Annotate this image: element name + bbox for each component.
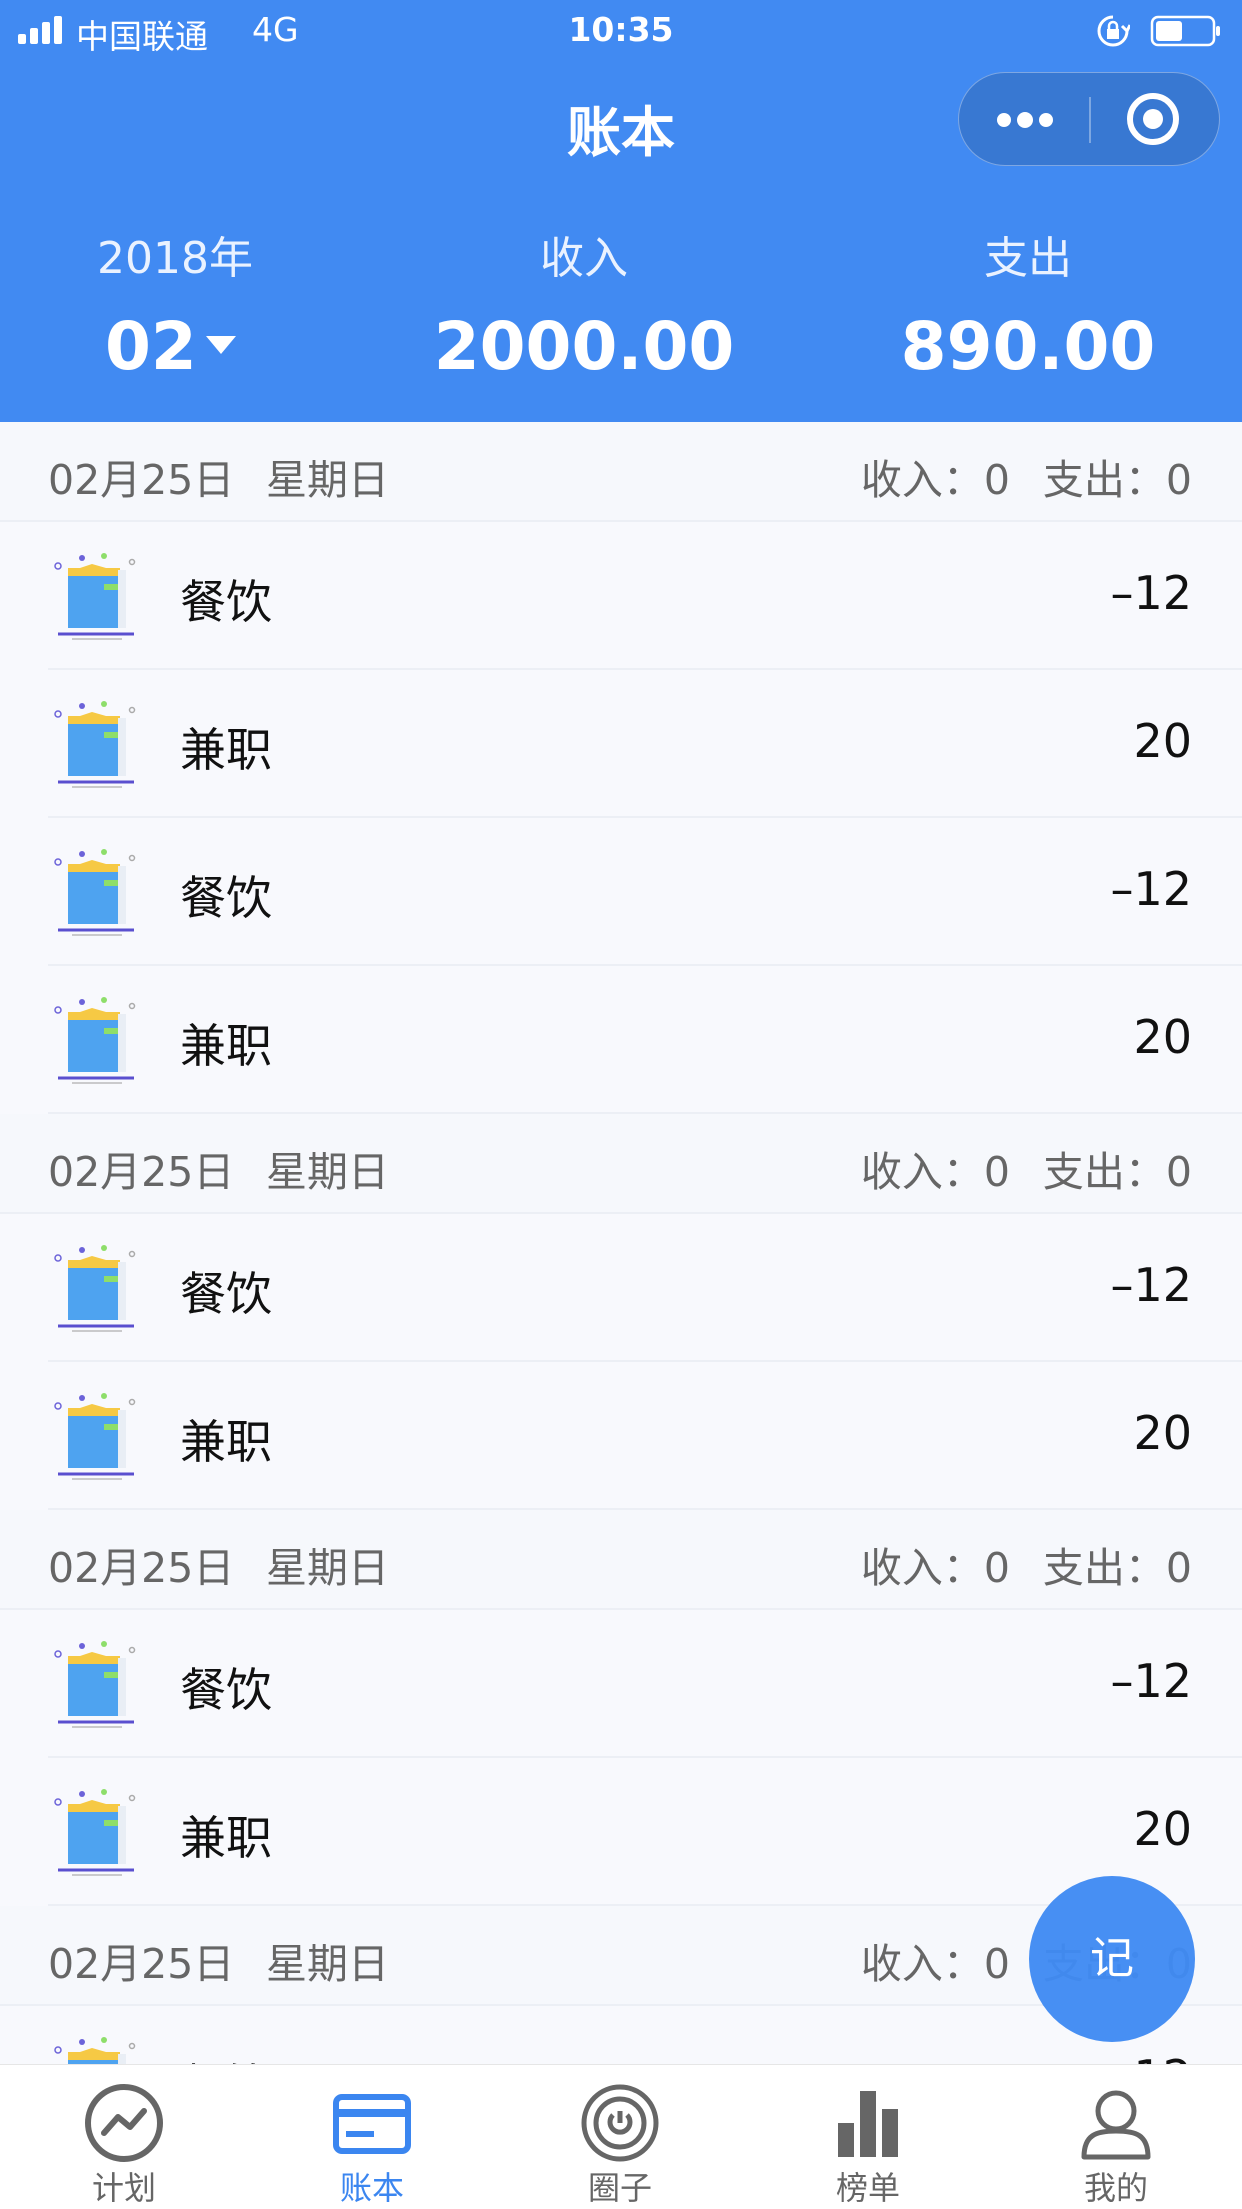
- year-label: 2018年: [97, 233, 253, 284]
- group-expense: 支出：0: [1042, 456, 1192, 504]
- tab-label: 榜单: [835, 2169, 900, 2207]
- book-icon: [54, 1393, 136, 1480]
- transaction-row[interactable]: 兼职 20: [0, 966, 1242, 1114]
- category-label: 餐饮: [180, 575, 272, 629]
- transaction-row[interactable]: 餐饮 –12: [0, 522, 1242, 670]
- card-icon: [333, 2094, 411, 2154]
- category-label: 餐饮: [180, 1663, 272, 1717]
- transaction-row[interactable]: 兼职 20: [0, 1758, 1242, 1906]
- book-icon: [54, 701, 136, 788]
- more-options-button[interactable]: [959, 73, 1090, 165]
- amount-value: –12: [1110, 862, 1192, 916]
- book-icon: [54, 1245, 136, 1332]
- group-weekday: 星期日: [266, 1148, 389, 1196]
- group-income: 收入：0: [860, 1940, 1010, 1988]
- tab-ranking[interactable]: 榜单: [744, 2065, 992, 2209]
- transaction-row[interactable]: 兼职 20: [0, 1362, 1242, 1510]
- amount-value: 20: [1133, 714, 1192, 768]
- category-label: 餐饮: [180, 871, 272, 925]
- add-record-button[interactable]: 记: [1029, 1876, 1195, 2042]
- mini-program-capsule: [958, 72, 1220, 166]
- transaction-list: 02月25日 星期日 收入：0 支出：0 餐饮 –12 兼职 20 餐饮 –12 兼职 20 02月25…: [0, 422, 1242, 2154]
- capsule-divider: [1089, 97, 1091, 143]
- amount-value: 20: [1133, 1406, 1192, 1460]
- book-icon: [54, 1789, 136, 1876]
- tab-circle[interactable]: 圈子: [496, 2065, 744, 2209]
- target-icon: [1143, 109, 1163, 129]
- group-income: 收入：0: [860, 456, 1010, 504]
- expense-total: 890.00: [900, 308, 1156, 385]
- tab-plan[interactable]: 计划: [0, 2065, 248, 2209]
- category-label: 餐饮: [180, 1267, 272, 1321]
- category-label: 兼职: [180, 1811, 272, 1865]
- transaction-row[interactable]: 餐饮 –12: [0, 818, 1242, 966]
- day-group-header: 02月25日星期日 收入：0 支出：0: [0, 1114, 1242, 1214]
- transaction-row[interactable]: 餐饮 –12: [0, 1610, 1242, 1758]
- book-icon: [54, 553, 136, 640]
- group-income: 收入：0: [860, 1148, 1010, 1196]
- group-date: 02月25日: [48, 456, 235, 504]
- group-weekday: 星期日: [266, 1940, 389, 1988]
- group-date: 02月25日: [48, 1148, 235, 1196]
- rotation-lock-icon: [1097, 15, 1130, 47]
- category-label: 兼职: [180, 723, 272, 777]
- tab-label: 计划: [91, 2169, 156, 2207]
- amount-value: –12: [1110, 1258, 1192, 1312]
- circle-icon: [581, 2084, 659, 2162]
- amount-value: 20: [1133, 1802, 1192, 1856]
- group-income: 收入：0: [860, 1544, 1010, 1592]
- transaction-row[interactable]: 餐饮 –12: [0, 1214, 1242, 1362]
- close-mini-program-button[interactable]: [1127, 93, 1179, 145]
- battery-icon: [1150, 15, 1220, 47]
- day-group-header: 02月25日星期日 收入：0 支出：0: [0, 422, 1242, 522]
- tab-mine[interactable]: 我的: [992, 2065, 1240, 2209]
- bar-chart-icon: [838, 2091, 898, 2157]
- group-weekday: 星期日: [266, 1544, 389, 1592]
- group-date: 02月25日: [48, 1940, 235, 1988]
- income-total: 2000.00: [433, 308, 735, 385]
- user-icon: [1081, 2090, 1151, 2160]
- category-label: 兼职: [180, 1019, 272, 1073]
- tab-ledger[interactable]: 账本: [248, 2065, 496, 2209]
- group-weekday: 星期日: [266, 456, 389, 504]
- caret-down-icon: [206, 336, 236, 354]
- book-icon: [54, 849, 136, 936]
- amount-value: 20: [1133, 1010, 1192, 1064]
- status-time: 10:35: [568, 10, 674, 49]
- expense-label: 支出: [984, 233, 1072, 284]
- tab-bar: 计划 账本 圈子 榜单 我的: [0, 2064, 1242, 2209]
- tab-label: 圈子: [587, 2169, 652, 2207]
- tab-label: 账本: [339, 2169, 404, 2207]
- status-bar: 中国联通 4G 10:35: [0, 0, 1242, 62]
- day-group-header: 02月25日星期日 收入：0 支出：0: [0, 1510, 1242, 1610]
- tab-label: 我的: [1083, 2169, 1148, 2207]
- category-label: 兼职: [180, 1415, 272, 1469]
- transaction-row[interactable]: 兼职 20: [0, 670, 1242, 818]
- amount-value: –12: [1110, 566, 1192, 620]
- header: 中国联通 4G 10:35 账本 2018年 02 收入 2000.00 支出 …: [0, 0, 1242, 422]
- amount-value: –12: [1110, 1654, 1192, 1708]
- trend-icon: [85, 2084, 163, 2162]
- group-expense: 支出：0: [1042, 1148, 1192, 1196]
- book-icon: [54, 1641, 136, 1728]
- month-value: 02: [105, 308, 197, 385]
- book-icon: [54, 997, 136, 1084]
- group-expense: 支出：0: [1042, 1544, 1192, 1592]
- income-label: 收入: [540, 233, 628, 284]
- group-date: 02月25日: [48, 1544, 235, 1592]
